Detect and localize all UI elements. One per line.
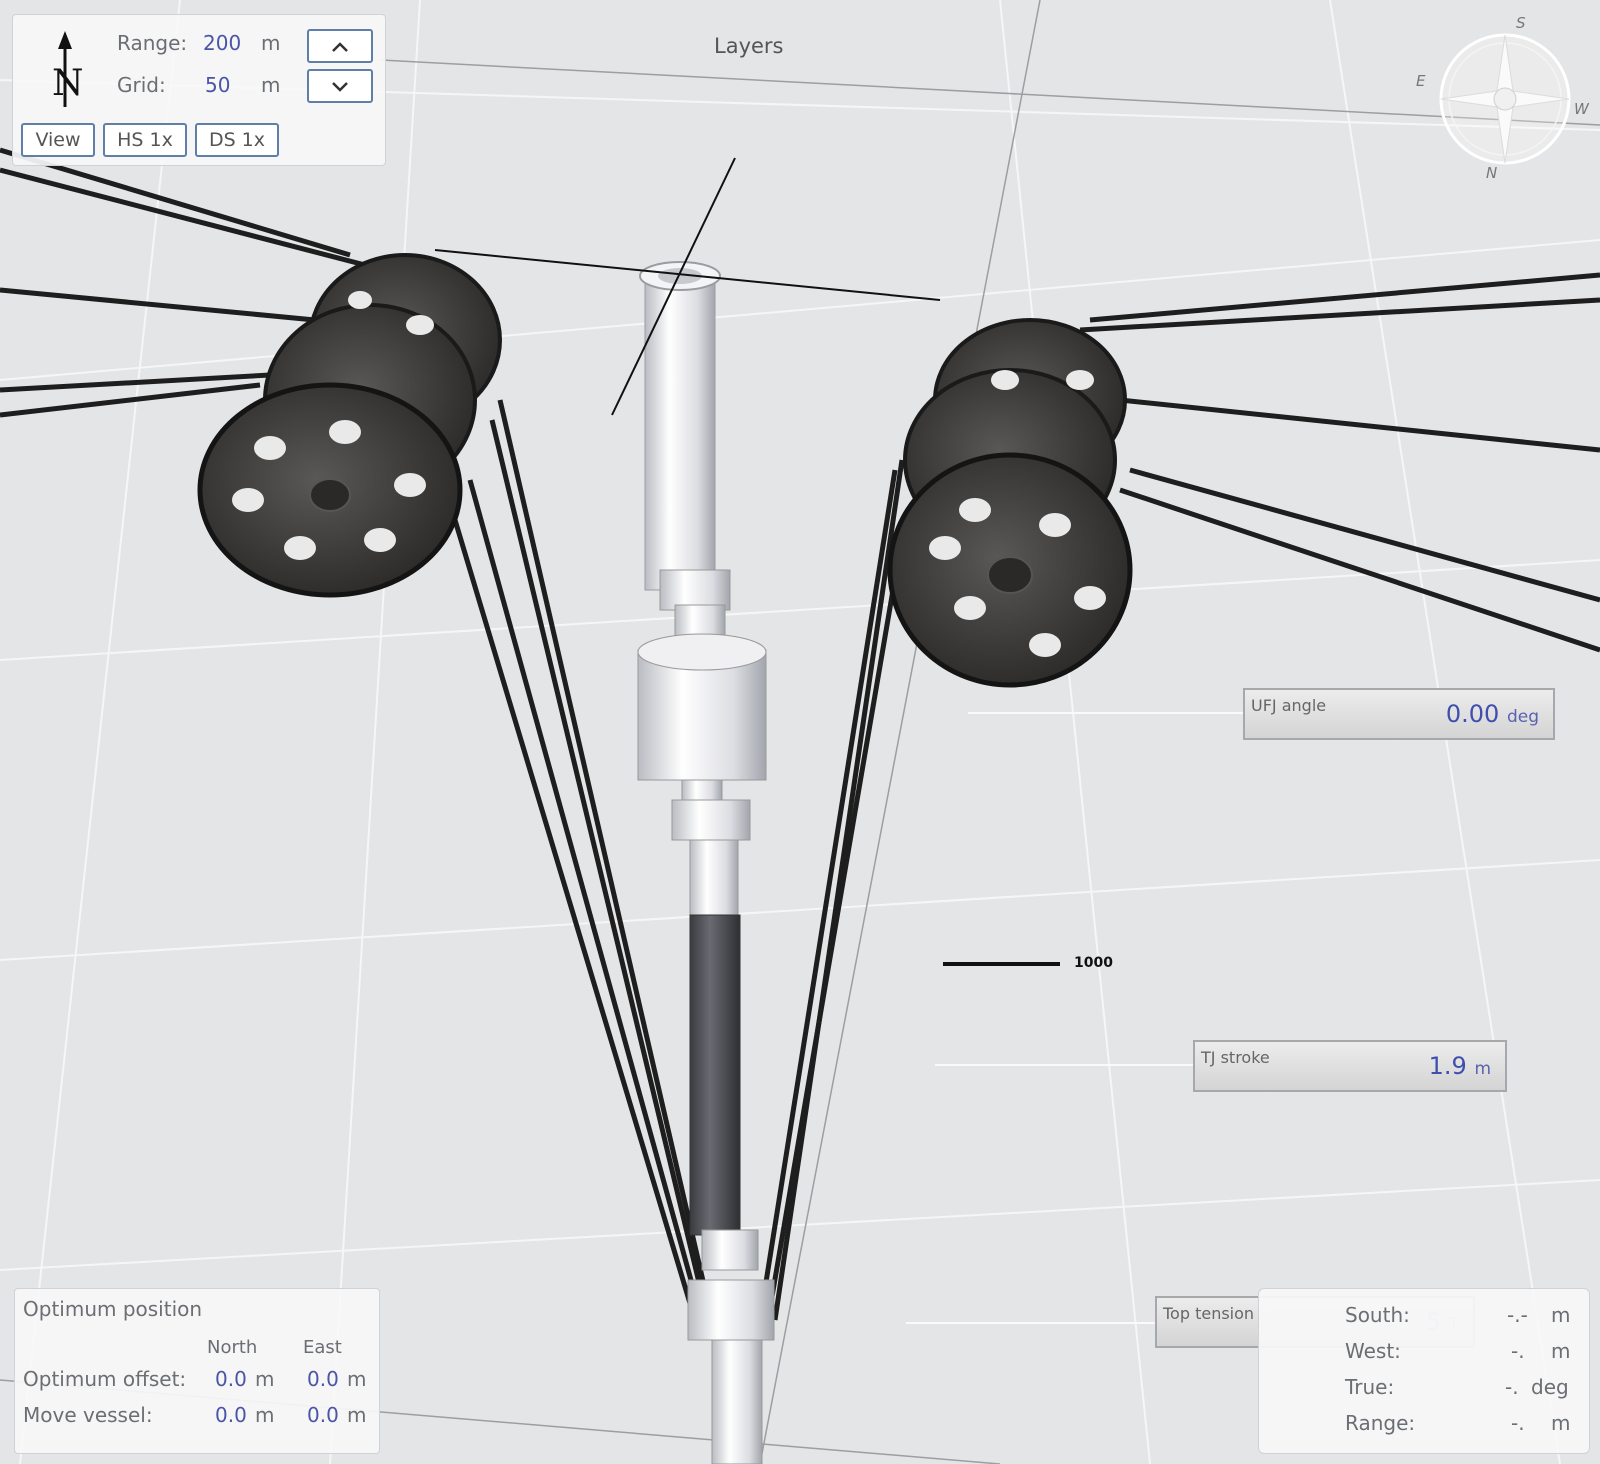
compass-s: S <box>1516 14 1526 32</box>
ufj-angle-value: 0.00 <box>1445 700 1500 728</box>
ufj-angle-gauge: UFJ angle 0.00 deg <box>1243 688 1555 740</box>
compass-n: N <box>1486 164 1498 182</box>
move-vessel-north: 0.0 <box>215 1403 247 1427</box>
range-readout-label: Range: <box>1345 1411 1416 1435</box>
south-value: -.- <box>1507 1303 1528 1327</box>
compass-rose-icon[interactable]: S E W N <box>1416 14 1590 184</box>
south-unit: m <box>1551 1303 1571 1327</box>
range-readout-value: -. <box>1511 1411 1525 1435</box>
south-label: South: <box>1345 1303 1410 1327</box>
west-value: -. <box>1511 1339 1525 1363</box>
range-label: Range: <box>117 31 188 55</box>
riser-string <box>637 261 775 1464</box>
layers-label[interactable]: Layers <box>714 34 784 58</box>
compass-e: E <box>1416 72 1426 90</box>
grid-label: Grid: <box>117 73 166 97</box>
right-sheaves <box>887 318 1133 688</box>
north-arrow-icon: N <box>52 31 83 107</box>
true-label: True: <box>1345 1375 1395 1399</box>
tj-stroke-label: TJ stroke <box>1201 1048 1270 1067</box>
optimum-offset-east-unit: m <box>347 1367 367 1391</box>
chevron-up-icon <box>332 42 348 52</box>
ufj-angle-unit: deg <box>1506 707 1539 727</box>
move-vessel-label: Move vessel: <box>23 1403 153 1427</box>
grid-value: 50 <box>205 73 231 97</box>
col-east: East <box>303 1337 342 1358</box>
tj-stroke-value: 1.9 <box>1428 1052 1467 1080</box>
view-button[interactable]: View <box>21 123 95 157</box>
optimum-position-panel: Optimum position North East Optimum offs… <box>14 1288 380 1454</box>
range-readout-unit: m <box>1551 1411 1571 1435</box>
left-sheaves <box>197 253 502 598</box>
move-vessel-north-unit: m <box>255 1403 275 1427</box>
range-up-button[interactable] <box>307 29 373 63</box>
scale-bar-label: 1000 <box>1074 955 1113 971</box>
optimum-position-title: Optimum position <box>23 1297 203 1321</box>
west-unit: m <box>1551 1339 1571 1363</box>
ds-1x-button[interactable]: DS 1x <box>195 123 279 157</box>
optimum-offset-label: Optimum offset: <box>23 1367 187 1391</box>
true-unit: deg <box>1531 1375 1569 1399</box>
position-readout-panel: South: -.- m West: -. m True: -. deg Ran… <box>1258 1288 1590 1454</box>
west-label: West: <box>1345 1339 1401 1363</box>
range-down-button[interactable] <box>307 69 373 103</box>
north-letter: N <box>52 63 83 104</box>
grid-unit: m <box>261 73 281 97</box>
hs-1x-button[interactable]: HS 1x <box>103 123 187 157</box>
ufj-leader-line <box>968 712 1243 714</box>
chevron-down-icon <box>332 82 348 92</box>
col-north: North <box>207 1337 258 1358</box>
top-tension-label: Top tension <box>1163 1304 1255 1323</box>
range-grid-panel: N Range: 200 m Grid: 50 m View HS 1x DS … <box>12 14 386 166</box>
optimum-offset-north: 0.0 <box>215 1367 247 1391</box>
range-value: 200 <box>203 31 242 55</box>
tj-stroke-gauge: TJ stroke 1.9 m <box>1193 1040 1507 1092</box>
tj-stroke-unit: m <box>1474 1059 1491 1079</box>
range-unit: m <box>261 31 281 55</box>
move-vessel-east-unit: m <box>347 1403 367 1427</box>
top-tension-leader-line <box>906 1322 1156 1324</box>
move-vessel-east: 0.0 <box>307 1403 339 1427</box>
ufj-angle-label: UFJ angle <box>1251 696 1327 715</box>
compass-w: W <box>1574 100 1589 118</box>
true-value: -. <box>1505 1375 1519 1399</box>
optimum-offset-north-unit: m <box>255 1367 275 1391</box>
optimum-offset-east: 0.0 <box>307 1367 339 1391</box>
tj-leader-line <box>935 1064 1193 1066</box>
